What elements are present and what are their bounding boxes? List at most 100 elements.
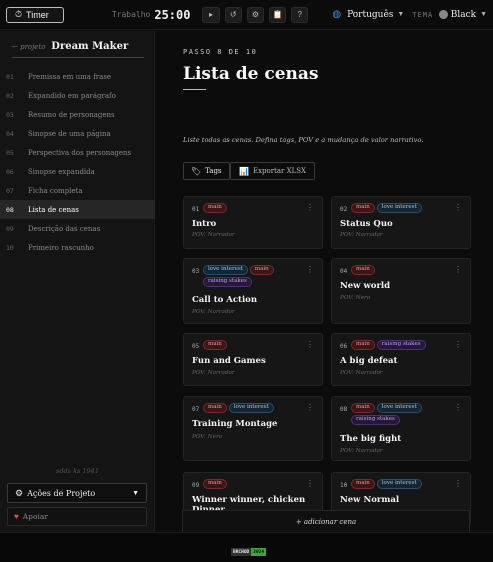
scene-card[interactable]: 06 ⋮ main raising stakes A big defeat POV: Na… — [331, 333, 471, 386]
tag-chip[interactable]: love interest — [376, 403, 422, 413]
tag-chip[interactable]: love interest — [376, 479, 422, 489]
support-label: Apoiar — [22, 512, 48, 521]
sidebar-step-03[interactable]: 03 Resumo de personagens — [0, 105, 155, 124]
help-icon: ? — [297, 10, 302, 19]
scene-number: 03 — [192, 268, 200, 275]
step-label: Sinopse expandida — [28, 167, 95, 176]
project-actions-select[interactable]: ⚙ Ações de Projeto ▼ — [7, 483, 147, 503]
chevron-down-icon[interactable]: ▼ — [480, 11, 487, 18]
tag-chip[interactable]: love interest — [228, 403, 274, 413]
sidebar-step-05[interactable]: 05 Perspectiva dos personagens — [0, 143, 155, 162]
sidebar-step-09[interactable]: 09 Descrição das cenas — [0, 219, 155, 238]
sidebar-step-10[interactable]: 10 Primeiro rascunho — [0, 238, 155, 257]
sidebar-step-06[interactable]: 06 Sinopse expandida — [0, 162, 155, 181]
step-label: Expandido em parágrafo — [28, 91, 116, 100]
tag-chip[interactable]: love interest — [203, 265, 248, 275]
scene-pov: POV: Narrador — [340, 232, 383, 238]
title-divider — [183, 89, 206, 90]
step-number: 10 — [6, 243, 14, 252]
step-number: 03 — [6, 110, 14, 119]
spreadsheet-icon: 📊 — [239, 166, 249, 176]
tag-chip[interactable]: main — [203, 340, 227, 350]
chevron-down-icon: ▼ — [132, 489, 139, 497]
export-xlsx-button[interactable]: 📊 Exportar XLSX — [230, 162, 316, 180]
reset-button[interactable]: ↺ — [224, 6, 242, 23]
scene-name: New world — [340, 281, 391, 291]
sidebar-step-07[interactable]: 07 Ficha completa — [0, 181, 155, 200]
step-number: 01 — [6, 72, 14, 81]
export-button-label: Exportar XLSX — [252, 167, 307, 175]
support-button[interactable]: ♥ Apoiar — [7, 507, 147, 526]
step-number: 07 — [6, 186, 14, 195]
play-icon: ▸ — [209, 10, 214, 19]
work-time: 25:00 — [154, 7, 191, 22]
scene-pov: POV: Nero — [340, 295, 371, 301]
scene-card[interactable]: 07 ⋮ main love interest Training Montage POV:… — [183, 396, 323, 461]
scene-card[interactable]: 03 ⋮ love interest main raising stakes Call t… — [183, 258, 323, 324]
chevron-down-icon[interactable]: ▼ — [397, 11, 404, 18]
footer-badge[interactable]: BRCHOD 2024 — [231, 548, 267, 556]
theme-label: TEMA — [412, 10, 434, 19]
tag-chip[interactable]: main — [351, 403, 375, 413]
gear-icon: ⚙ — [15, 487, 24, 498]
top-bar: ⏱ Timer Trabalho 25:00 ▸ ↺ ⚙ 📋 ? ◍ Portu… — [0, 0, 493, 30]
scene-number: 07 — [192, 406, 200, 413]
globe-icon: ◍ — [332, 9, 342, 20]
tag-chip[interactable]: main — [351, 340, 375, 350]
scene-name: Intro — [192, 219, 217, 229]
tag-chip[interactable]: raising stakes — [376, 340, 426, 350]
theme-swatch — [439, 10, 448, 19]
scene-number: 05 — [192, 343, 200, 350]
step-number: 08 — [6, 205, 14, 214]
play-button[interactable]: ▸ — [202, 6, 220, 23]
step-label: Sinopse de uma página — [28, 129, 111, 138]
tag-chip[interactable]: main — [351, 479, 375, 489]
tag-chip[interactable]: main — [351, 265, 375, 275]
add-scene-button[interactable]: + adicionar cena — [182, 510, 470, 532]
tag-chip[interactable]: main — [203, 203, 227, 213]
badge-left: BRCHOD — [231, 548, 252, 556]
scene-tags: main love interest — [351, 479, 461, 489]
timer-button[interactable]: ⏱ Timer — [6, 6, 64, 23]
sidebar-step-08[interactable]: 08 Lista de cenas — [0, 200, 155, 219]
gear-icon: ⚙ — [251, 10, 259, 19]
badge-right: 2024 — [251, 548, 267, 556]
settings-button[interactable]: ⚙ — [246, 6, 264, 23]
scene-tags: main love interest — [351, 203, 461, 213]
scene-tags: main — [351, 265, 461, 275]
scene-card[interactable]: 08 ⋮ main love interest raising stakes The bi… — [331, 396, 471, 461]
theme-select[interactable]: Black — [451, 10, 476, 20]
scene-tags: main love interest — [203, 403, 313, 413]
tags-button[interactable]: 🏷 Tags — [183, 162, 230, 180]
tag-chip[interactable]: raising stakes — [203, 277, 252, 287]
scene-tags: main love interest raising stakes — [351, 403, 461, 425]
tag-chip[interactable]: main — [351, 203, 375, 213]
notes-button[interactable]: 📋 — [268, 6, 287, 23]
language-select[interactable]: Português — [347, 10, 393, 20]
tag-chip[interactable]: main — [203, 479, 227, 489]
scene-card[interactable]: 01 ⋮ main Intro POV: Narrador — [183, 196, 323, 249]
sidebar-step-01[interactable]: 01 Premissa em uma frase — [0, 67, 155, 86]
help-button[interactable]: ? — [291, 6, 309, 23]
step-label: Premissa em uma frase — [28, 72, 112, 81]
page-title: Lista de cenas — [183, 64, 319, 84]
since-note: sdds ks 1941 — [56, 467, 99, 475]
scene-card[interactable]: 04 ⋮ main New world POV: Nero — [331, 258, 471, 324]
work-label: Trabalho — [111, 10, 151, 19]
tag-chip[interactable]: love interest — [376, 203, 422, 213]
scene-tags: main — [203, 340, 313, 350]
sidebar-step-02[interactable]: 02 Expandido em parágrafo — [0, 86, 155, 105]
scene-number: 10 — [340, 482, 348, 489]
scene-card[interactable]: 02 ⋮ main love interest Status Quo POV: Narra… — [331, 196, 471, 249]
step-label: Lista de cenas — [28, 205, 79, 214]
scene-pov: POV: Nero — [192, 434, 223, 440]
sidebar-step-04[interactable]: 04 Sinopse de uma página — [0, 124, 155, 143]
tag-chip[interactable]: main — [203, 403, 227, 413]
heart-icon: ♥ — [14, 512, 19, 521]
scene-card[interactable]: 05 ⋮ main Fun and Games POV: Narrador — [183, 333, 323, 386]
tag-chip[interactable]: main — [249, 265, 274, 275]
bottom-bar: BRCHOD 2024 — [0, 532, 493, 562]
back-to-project-link[interactable]: ← projeto — [12, 43, 45, 51]
tag-chip[interactable]: raising stakes — [351, 415, 400, 425]
sidebar: ← projeto Dream Maker 01 Premissa em uma … — [0, 31, 155, 532]
